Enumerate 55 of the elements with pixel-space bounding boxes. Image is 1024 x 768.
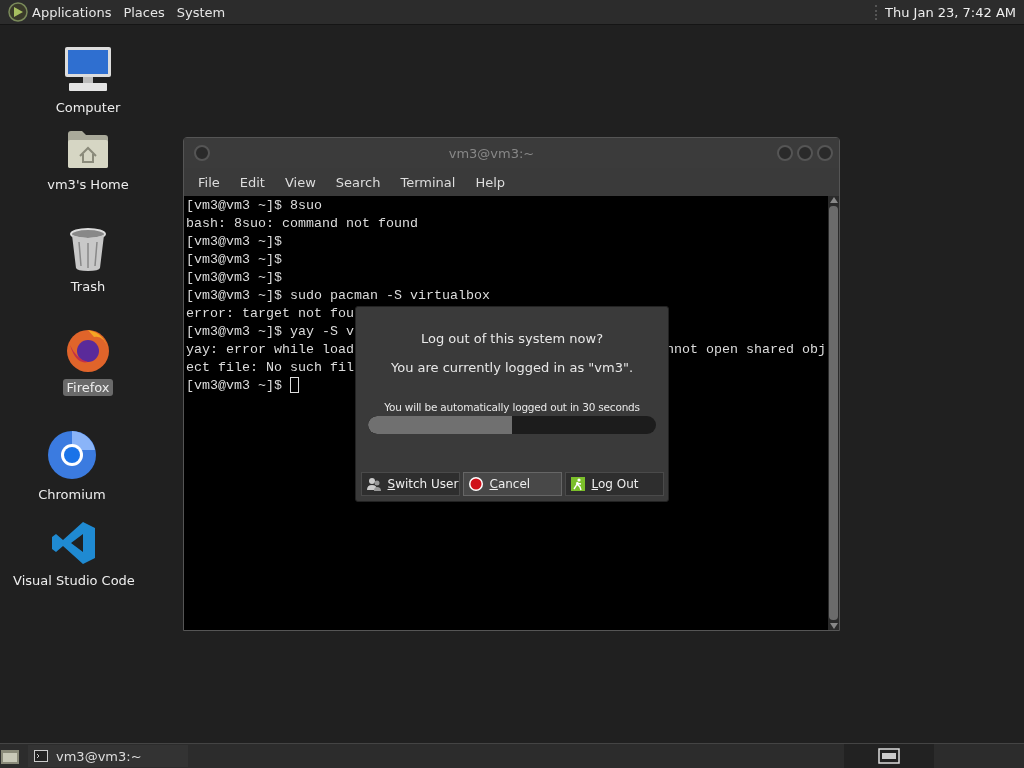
stop-icon [467, 476, 484, 492]
panel-menu[interactable]: System [172, 4, 234, 20]
monitor-icon [63, 45, 113, 93]
terminal-line: [vm3@vm3 ~]$ [186, 269, 282, 287]
trash-icon [69, 228, 107, 272]
menu-item[interactable]: Edit [229, 174, 275, 190]
terminal-icon [34, 750, 48, 762]
terminal-line: [vm3@vm3 ~]$ [186, 233, 282, 251]
dialog-message: You are currently logged in as "vm3". [390, 360, 634, 375]
scroll-down-icon[interactable] [829, 622, 838, 630]
window-menu-button[interactable] [194, 145, 210, 161]
icon-label[interactable]: Visual Studio Code [10, 572, 138, 589]
dialog-question: Log out of this system now? [420, 331, 604, 346]
show-desktop-icon[interactable] [0, 747, 20, 765]
icon-label[interactable]: Computer [52, 99, 124, 116]
exit-icon [569, 476, 586, 492]
terminal-line: yay: error while load [186, 341, 354, 359]
icon-label[interactable]: vm3's Home [44, 176, 132, 193]
home-folder-icon [66, 128, 110, 170]
menu-item[interactable]: Terminal [390, 174, 466, 190]
scrollbar-thumb[interactable] [829, 206, 838, 620]
terminal-line: [vm3@vm3 ~]$ [186, 377, 299, 395]
menu-item[interactable]: Help [465, 174, 516, 190]
terminal-line: bash: 8suo: command not found [186, 215, 418, 233]
terminal-line: [vm3@vm3 ~]$ sudo pacman -S virtualbox [186, 287, 490, 305]
clock[interactable]: Thu Jan 23, 7:42 AM [875, 4, 1020, 20]
maximize-button[interactable] [797, 145, 813, 161]
code-editor-icon [51, 520, 97, 566]
scroll-up-icon[interactable] [829, 196, 838, 204]
terminal-line: [vm3@vm3 ~]$ yay -S v [186, 323, 354, 341]
terminal-line: [vm3@vm3 ~]$ [186, 251, 282, 269]
menu-item[interactable]: Search [325, 174, 391, 190]
countdown-text: You will be automatically logged out in 30 seconds [384, 401, 640, 413]
logo-icon[interactable] [8, 2, 28, 22]
menu-item[interactable]: File [188, 174, 230, 190]
icon-label[interactable]: Trash [67, 278, 109, 295]
window-title: vm3@vm3:~ [447, 145, 536, 161]
icon-label[interactable]: Chromium [35, 486, 109, 503]
terminal-line: [vm3@vm3 ~]$ 8suo [186, 197, 322, 215]
minimize-button[interactable] [777, 145, 793, 161]
icon-label[interactable]: Firefox [63, 379, 113, 396]
panel-menu[interactable]: Applications [28, 4, 120, 20]
browser-icon [47, 430, 97, 480]
terminal-line: ect file: No such fil [186, 359, 354, 377]
dialog-button[interactable]: Cancel [462, 472, 562, 496]
dialog-button[interactable]: Switch User [360, 472, 460, 496]
menu-item[interactable]: View [274, 174, 326, 190]
workspace-icon[interactable] [878, 748, 900, 764]
panel-menu[interactable]: Places [119, 4, 173, 20]
taskbar-button[interactable]: vm3@vm3:~ [28, 745, 188, 767]
users-icon [365, 476, 382, 492]
dialog-button[interactable]: Log Out [564, 472, 664, 496]
terminal-line: error: target not fou [186, 305, 354, 323]
scrollbar[interactable] [828, 196, 839, 630]
close-button[interactable] [817, 145, 833, 161]
